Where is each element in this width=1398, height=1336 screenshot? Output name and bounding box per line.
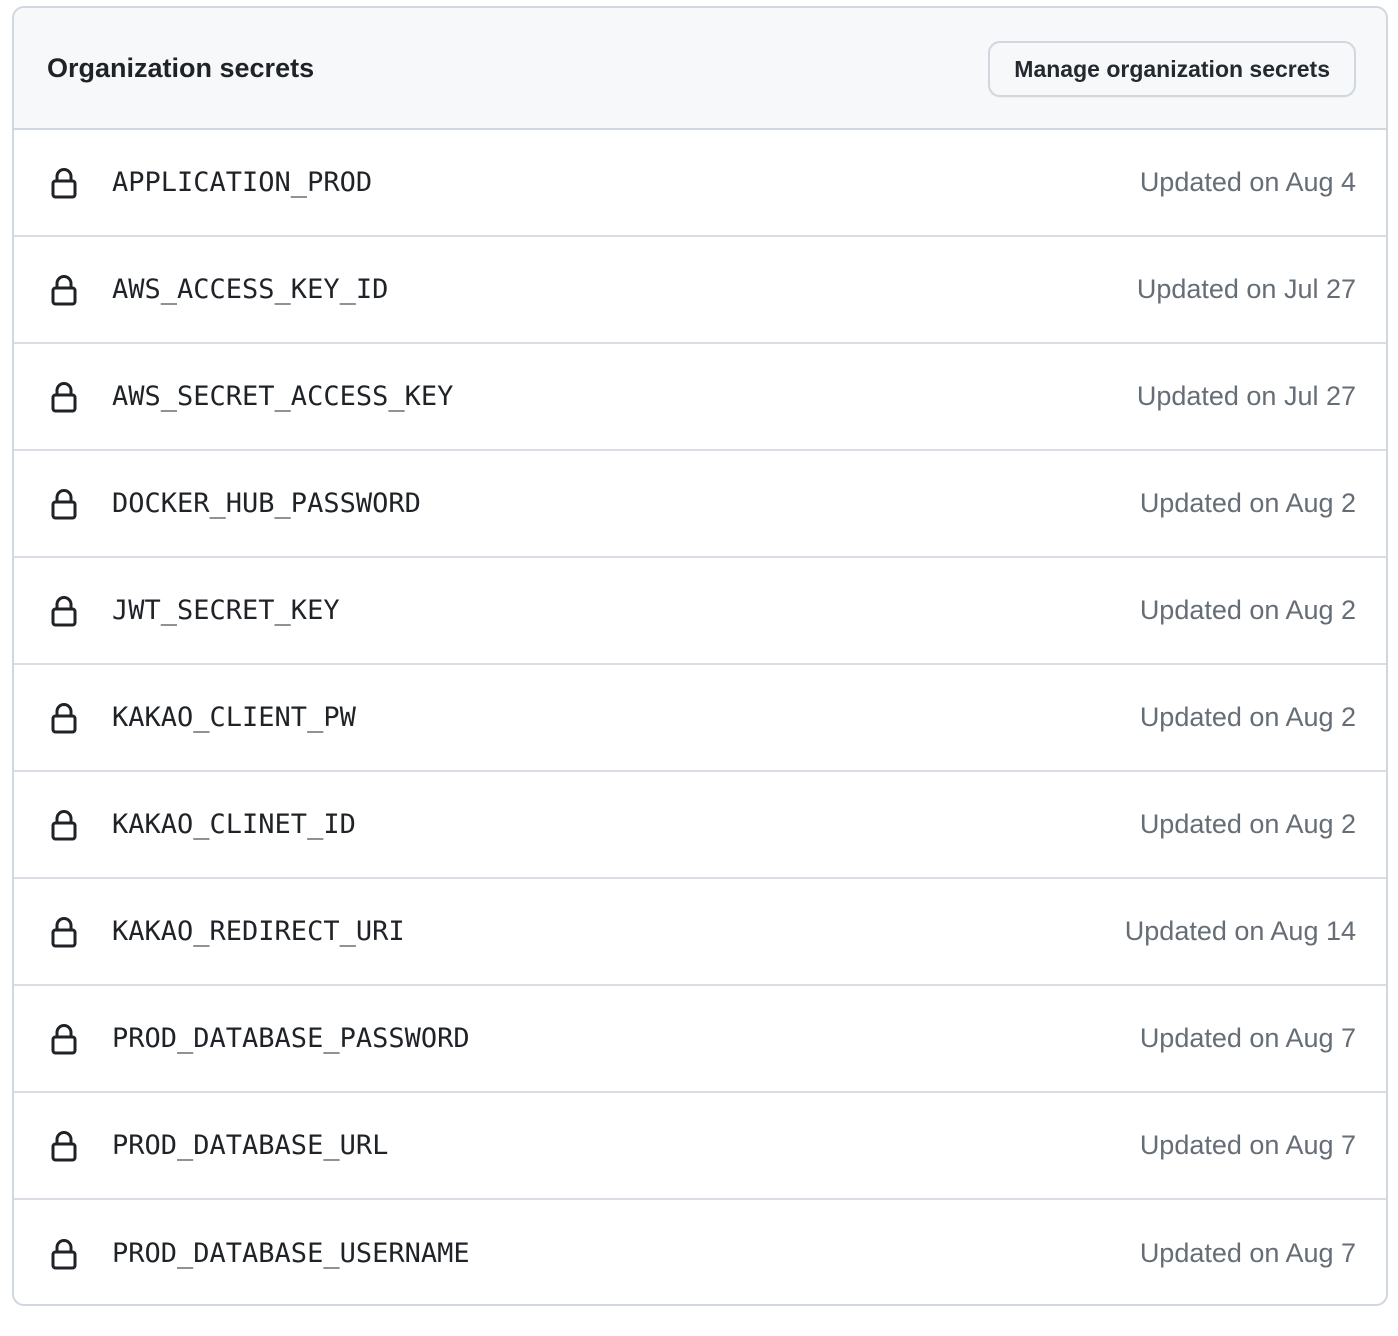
secret-updated-date: Updated on Aug 7	[1139, 1238, 1356, 1268]
secret-row: PROD_DATABASE_PASSWORD Updated on Aug 7	[14, 986, 1386, 1093]
secret-row: AWS_SECRET_ACCESS_KEY Updated on Jul 27	[14, 344, 1386, 451]
panel-title: Organization secrets	[47, 52, 315, 83]
lock-icon	[49, 1237, 79, 1271]
panel-header: Organization secrets Manage organization…	[14, 8, 1386, 130]
secret-name: PROD_DATABASE_PASSWORD	[112, 1023, 470, 1054]
secret-name: APPLICATION_PROD	[112, 167, 373, 198]
secret-updated-date: Updated on Aug 2	[1139, 488, 1356, 518]
secret-name: KAKAO_REDIRECT_URI	[112, 916, 405, 947]
secret-name: PROD_DATABASE_USERNAME	[112, 1238, 470, 1269]
secret-updated-date: Updated on Aug 2	[1139, 595, 1356, 625]
secret-row: APPLICATION_PROD Updated on Aug 4	[14, 130, 1386, 237]
secret-updated-date: Updated on Aug 4	[1139, 167, 1356, 197]
secret-name: DOCKER_HUB_PASSWORD	[112, 488, 421, 519]
secret-row: JWT_SECRET_KEY Updated on Aug 2	[14, 558, 1386, 665]
secret-row: PROD_DATABASE_USERNAME Updated on Aug 7	[14, 1200, 1386, 1304]
lock-icon	[49, 1022, 79, 1056]
secret-row: KAKAO_CLIENT_PW Updated on Aug 2	[14, 665, 1386, 772]
secret-name: AWS_SECRET_ACCESS_KEY	[112, 381, 454, 412]
secret-name: KAKAO_CLIENT_PW	[112, 702, 356, 733]
secret-row: KAKAO_CLINET_ID Updated on Aug 2	[14, 772, 1386, 879]
secret-updated-date: Updated on Aug 14	[1124, 916, 1356, 946]
manage-organization-secrets-button[interactable]: Manage organization secrets	[988, 41, 1356, 97]
lock-icon	[49, 701, 79, 735]
lock-icon	[49, 915, 79, 949]
secret-updated-date: Updated on Aug 2	[1139, 809, 1356, 839]
secret-updated-date: Updated on Aug 2	[1139, 702, 1356, 732]
lock-icon	[49, 273, 79, 307]
secret-row: PROD_DATABASE_URL Updated on Aug 7	[14, 1093, 1386, 1200]
secret-updated-date: Updated on Aug 7	[1139, 1023, 1356, 1053]
lock-icon	[49, 487, 79, 521]
secret-updated-date: Updated on Jul 27	[1136, 274, 1356, 304]
lock-icon	[49, 594, 79, 628]
secret-row: DOCKER_HUB_PASSWORD Updated on Aug 2	[14, 451, 1386, 558]
secret-name: PROD_DATABASE_URL	[112, 1130, 389, 1161]
secrets-list: APPLICATION_PROD Updated on Aug 4 AWS_AC…	[14, 130, 1386, 1304]
secret-name: JWT_SECRET_KEY	[112, 595, 340, 626]
lock-icon	[49, 808, 79, 842]
lock-icon	[49, 1129, 79, 1163]
secret-name: KAKAO_CLINET_ID	[112, 809, 356, 840]
secret-name: AWS_ACCESS_KEY_ID	[112, 274, 389, 305]
secret-updated-date: Updated on Aug 7	[1139, 1130, 1356, 1160]
secret-row: AWS_ACCESS_KEY_ID Updated on Jul 27	[14, 237, 1386, 344]
lock-icon	[49, 166, 79, 200]
lock-icon	[49, 380, 79, 414]
organization-secrets-panel: Organization secrets Manage organization…	[12, 6, 1388, 1306]
secret-updated-date: Updated on Jul 27	[1136, 381, 1356, 411]
secret-row: KAKAO_REDIRECT_URI Updated on Aug 14	[14, 879, 1386, 986]
